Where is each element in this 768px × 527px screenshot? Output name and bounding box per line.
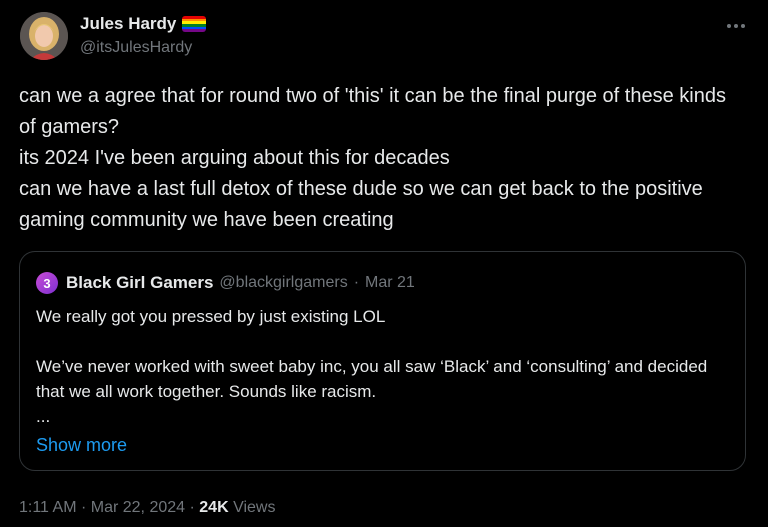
quoted-tweet-date: Mar 21 — [365, 274, 415, 291]
tweet-line: can we a agree that for round two of 'th… — [19, 85, 726, 138]
quoted-tweet[interactable]: 3 Black Girl Gamers @blackgirlgamers · M… — [19, 251, 746, 471]
pride-stripe — [182, 29, 207, 32]
more-horizontal-icon — [726, 15, 747, 33]
tweet-line: its 2024 I've been arguing about this fo… — [19, 147, 450, 169]
quoted-line: We really got you pressed by just existi… — [36, 307, 386, 326]
quoted-author-avatar: 3 — [36, 272, 58, 294]
tweet-time[interactable]: 1:11 AM — [19, 499, 77, 516]
separator-dot: · — [189, 499, 195, 516]
quoted-ellipsis: ... — [36, 407, 51, 426]
views-count: 24K — [199, 499, 229, 516]
quoted-tweet-text: We really got you pressed by just existi… — [36, 304, 726, 429]
separator-dot: · — [353, 274, 360, 291]
tweet: Jules Hardy @itsJulesHardy can we a agre… — [0, 0, 768, 527]
separator-dot: · — [80, 499, 87, 516]
tweet-date[interactable]: Mar 22, 2024 — [91, 499, 185, 516]
avatar-image — [20, 12, 68, 60]
author-name-row: Jules Hardy — [80, 13, 207, 35]
quoted-author-handle: @blackgirlgamers — [219, 274, 348, 291]
show-more-link[interactable]: Show more — [36, 433, 127, 457]
views-label: Views — [233, 499, 276, 516]
more-options-button[interactable] — [722, 10, 750, 38]
quoted-author-name: Black Girl Gamers — [66, 273, 214, 292]
tweet-line: can we have a last full detox of these d… — [19, 178, 703, 231]
author-avatar[interactable] — [20, 12, 68, 60]
author-display-name[interactable]: Jules Hardy — [80, 13, 176, 35]
author-handle[interactable]: @itsJulesHardy — [80, 38, 192, 58]
tweet-footer: 1:11 AM · Mar 22, 2024 · 24K Views — [19, 497, 275, 519]
quoted-line: We’ve never worked with sweet baby inc, … — [36, 357, 708, 401]
tweet-text: can we a agree that for round two of 'th… — [19, 81, 739, 236]
quoted-tweet-header: 3 Black Girl Gamers @blackgirlgamers · M… — [36, 272, 415, 294]
pride-flag-icon — [182, 16, 207, 32]
